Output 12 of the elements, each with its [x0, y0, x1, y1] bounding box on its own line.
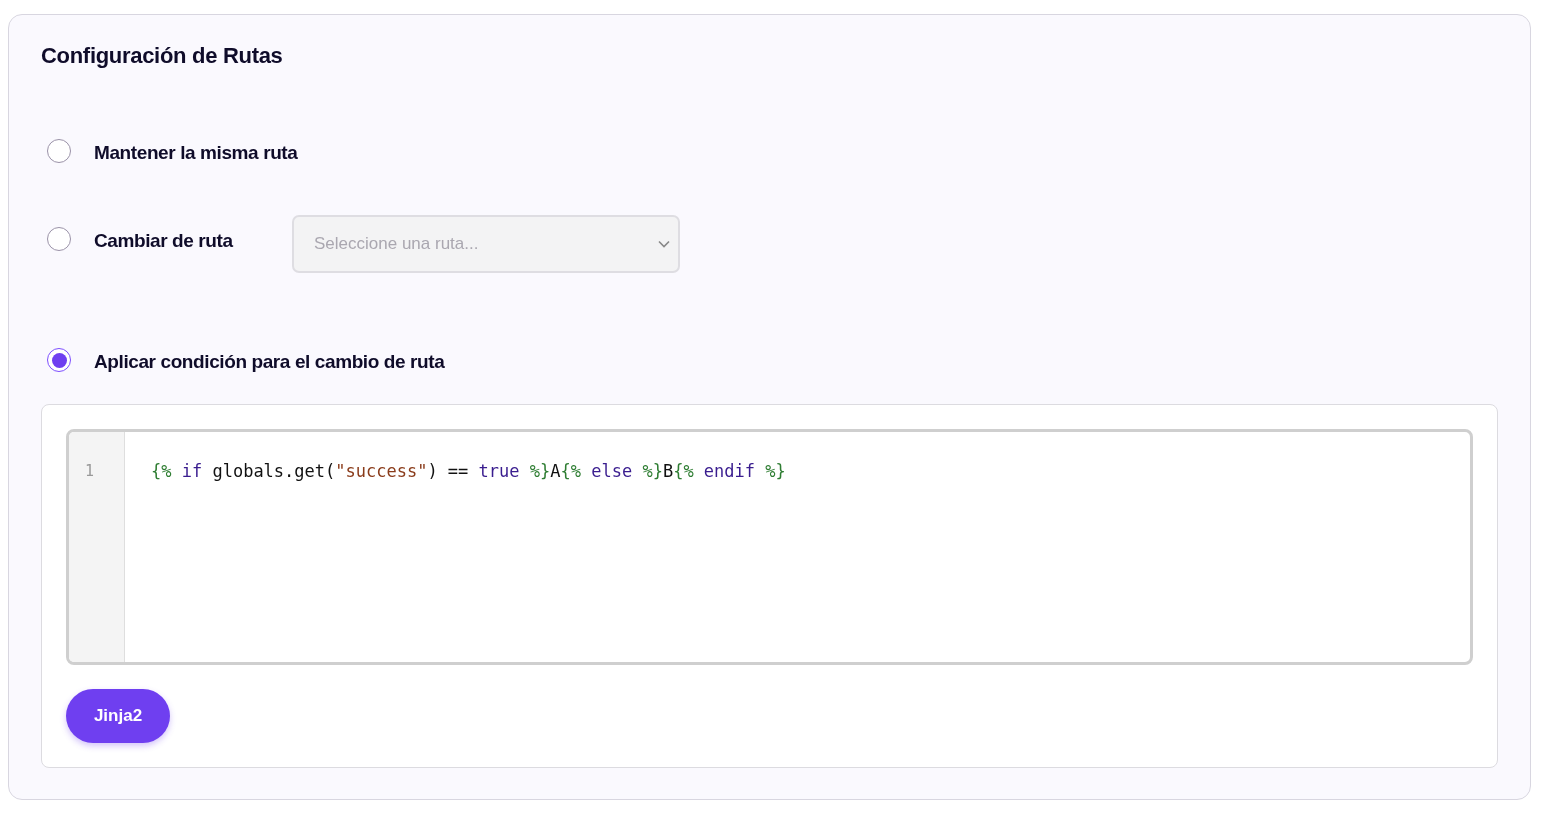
radio-button[interactable]: [47, 348, 71, 372]
language-button[interactable]: Jinja2: [66, 689, 170, 743]
section-title: Configuración de Rutas: [41, 43, 284, 69]
code-editor[interactable]: 1 {% if globals.get("success") == true %}A{% else %}B{% endif %}: [66, 429, 1473, 665]
radio-button[interactable]: [47, 139, 71, 163]
option-label: Aplicar condición para el cambio de ruta: [94, 350, 445, 374]
code-line: {% if globals.get("success") == true %}A{% else %}B{% endif %}: [151, 461, 787, 481]
chevron-down-icon: [658, 240, 670, 248]
line-number: 1: [84, 462, 96, 480]
radio-button[interactable]: [47, 227, 71, 251]
option-label: Mantener la misma ruta: [94, 141, 298, 165]
option-label: Cambiar de ruta: [94, 229, 234, 253]
